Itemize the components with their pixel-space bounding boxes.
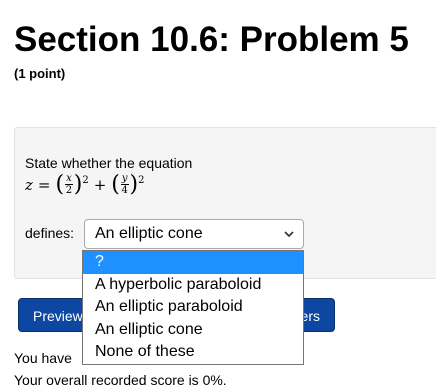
answer-select[interactable]: An elliptic cone xyxy=(84,219,304,249)
option-placeholder[interactable]: ? xyxy=(83,251,303,274)
option-elliptic-cone[interactable]: An elliptic cone xyxy=(83,319,303,342)
defines-label: defines: xyxy=(25,225,75,241)
option-hyperbolic-paraboloid[interactable]: A hyperbolic paraboloid xyxy=(83,274,303,297)
equation-lhs: z xyxy=(25,175,33,194)
option-none-of-these[interactable]: None of these xyxy=(83,341,303,364)
paren-close-2: ) xyxy=(129,171,139,197)
frac1-numerator: x xyxy=(65,173,73,185)
equation: z = ( x 2 ) 2 + ( y 4 ) 2 xyxy=(25,173,144,196)
chevron-down-icon xyxy=(283,224,295,247)
fraction-y-over-4: y 4 xyxy=(120,173,129,196)
equation-equals: = xyxy=(37,175,51,194)
frac1-denominator: 2 xyxy=(65,185,73,196)
answer-select-value: An elliptic cone xyxy=(95,225,203,242)
exponent-1: 2 xyxy=(82,175,89,186)
option-elliptic-paraboloid[interactable]: An elliptic paraboloid xyxy=(83,296,303,319)
page-title: Section 10.6: Problem 5 xyxy=(14,20,409,59)
paren-open-2: ( xyxy=(111,171,120,197)
problem-prompt: State whether the equation xyxy=(25,155,193,171)
frac2-numerator: y xyxy=(120,173,129,185)
exponent-2: 2 xyxy=(138,175,145,186)
equation-plus: + xyxy=(93,175,107,194)
paren-open: ( xyxy=(55,171,65,197)
paren-close: ) xyxy=(73,171,83,197)
fraction-x-over-2: x 2 xyxy=(65,173,73,196)
score-info: Your overall recorded score is 0%. xyxy=(14,372,227,388)
answer-dropdown-list: ? A hyperbolic paraboloid An elliptic pa… xyxy=(82,250,304,365)
frac2-denominator: 4 xyxy=(121,185,128,196)
points-label: (1 point) xyxy=(14,66,66,81)
attempts-info: You have xyxy=(14,350,72,366)
